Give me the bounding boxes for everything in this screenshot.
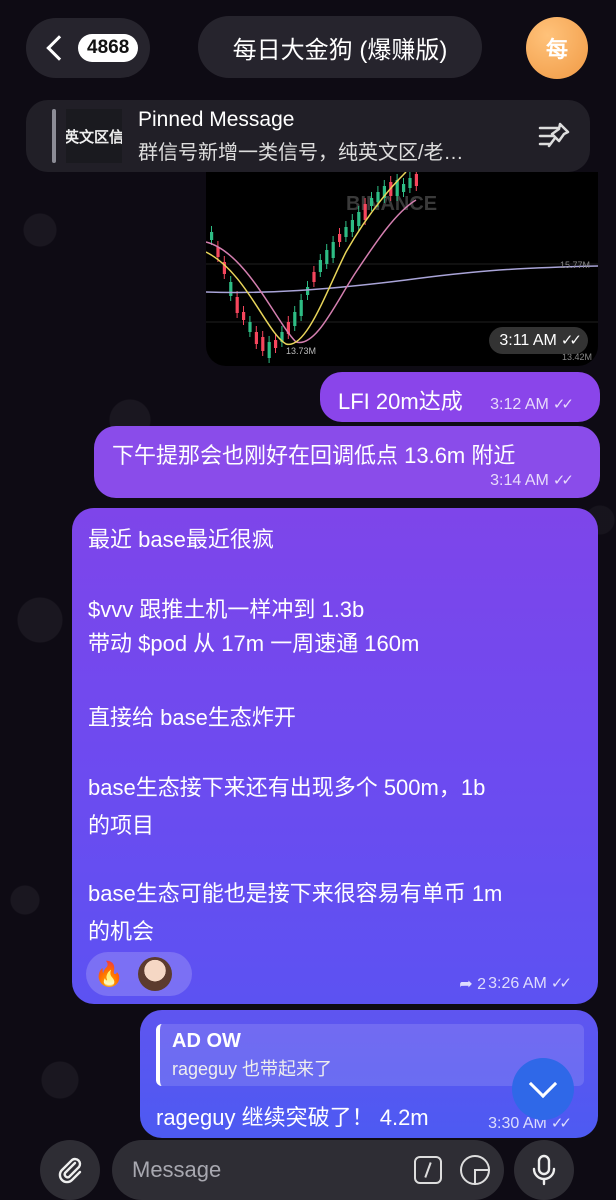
paperclip-icon: [58, 1157, 82, 1184]
candle-body: [248, 322, 252, 332]
message-line: 的机会: [88, 919, 155, 944]
read-ticks-icon: ✓✓: [552, 396, 574, 413]
message-time: 3:12 AM ✓✓: [490, 396, 574, 413]
candle-body: [402, 184, 406, 192]
pinned-title: Pinned Message: [138, 107, 295, 131]
pinned-indicator: [52, 109, 56, 163]
candle-body: [274, 340, 278, 348]
candle-body: [312, 272, 316, 282]
back-button[interactable]: 4868: [26, 18, 150, 78]
attach-button[interactable]: [40, 1140, 100, 1200]
pin-icon[interactable]: [532, 114, 576, 158]
read-ticks-icon: ✓✓: [560, 332, 582, 349]
read-ticks-icon: ✓✓: [550, 975, 572, 992]
message-text: LFI 20m达成: [338, 389, 463, 414]
message-text: 下午提那会也刚好在回调低点 13.6m 附近: [112, 443, 516, 468]
sticker-icon[interactable]: [460, 1155, 490, 1185]
message-time: 3:26 AM ✓✓: [488, 975, 572, 992]
voice-record-button[interactable]: [514, 1140, 574, 1200]
candle-body: [216, 247, 220, 257]
candle-body: [299, 300, 303, 316]
chart-image-message[interactable]: BINANCE 15.77M 13.73M 13.42M 3:11 AM ✓✓: [206, 172, 598, 366]
reply-icon: ➦: [459, 976, 473, 993]
microphone-icon: [532, 1154, 556, 1186]
candle-body: [408, 178, 412, 188]
candle-body: [261, 337, 265, 351]
message-text: rageguy 继续突破了！ 4.2m: [156, 1105, 429, 1130]
candle-body: [363, 204, 367, 220]
candle-body: [229, 282, 233, 296]
reactor-avatar: [137, 957, 172, 991]
message-bubble[interactable]: LFI 20m达成 3:12 AM ✓✓: [320, 372, 600, 422]
candle-body: [414, 174, 418, 186]
message-bubble[interactable]: 下午提那会也刚好在回调低点 13.6m 附近 3:14 AM ✓✓: [94, 426, 600, 498]
candle-body: [210, 232, 214, 240]
candle-body: [293, 312, 297, 326]
candle-body: [331, 242, 335, 258]
reaction-chip[interactable]: 🔥: [86, 952, 192, 996]
pinned-thumbnail: 英文区信: [66, 109, 122, 163]
candle-body: [344, 227, 348, 237]
scroll-to-bottom-button[interactable]: [512, 1058, 574, 1120]
chevron-left-icon: [46, 35, 72, 61]
chat-avatar[interactable]: 每: [526, 17, 588, 79]
candle-body: [254, 332, 258, 344]
message-line: 的项目: [88, 813, 155, 838]
message-input[interactable]: Message: [112, 1140, 504, 1200]
candle-body: [357, 212, 361, 226]
message-time: 3:11 AM ✓✓: [489, 327, 588, 354]
unread-count-badge: 4868: [78, 34, 139, 62]
quote-author: AD OW: [172, 1030, 241, 1052]
candle-body: [370, 198, 374, 206]
quote-text: rageguy 也带起来了: [172, 1059, 333, 1079]
candle-body: [306, 287, 310, 295]
read-ticks-icon: ✓✓: [552, 472, 574, 489]
pinned-text: Pinned Message 群信号新增一类信号，纯英文区/老…: [138, 108, 532, 165]
message-line: base生态可能也是接下来很容易有单币 1m: [88, 881, 503, 906]
candle-body: [325, 250, 329, 264]
candle-body: [235, 297, 239, 313]
message-bubble[interactable]: 最近 base最近很疯 $vvv 跟推土机一样冲到 1.3b 带动 $pod 从…: [72, 508, 598, 1004]
message-line: 带动 $pod 从 17m 一周速通 160m: [88, 631, 420, 656]
chevron-down-icon: [528, 1069, 558, 1099]
candle-body: [376, 192, 380, 202]
chat-header: 4868 每日大金狗 (爆赚版) 每: [0, 0, 616, 96]
candle-body: [338, 234, 342, 242]
chart-watermark: BINANCE: [346, 193, 437, 215]
candle-body: [318, 260, 322, 272]
chat-title[interactable]: 每日大金狗 (爆赚版): [198, 16, 482, 78]
reply-count[interactable]: ➦ 2: [459, 974, 486, 994]
pinned-message-bar[interactable]: 英文区信 Pinned Message 群信号新增一类信号，纯英文区/老…: [26, 100, 590, 172]
message-input-bar: Message: [0, 1140, 616, 1200]
message-time: 3:14 AM ✓✓: [490, 472, 574, 489]
price-label-low: 13.73M: [286, 346, 316, 356]
message-line: 最近 base最近很疯: [88, 527, 274, 552]
message-placeholder: Message: [132, 1157, 222, 1182]
candle-body: [350, 220, 354, 232]
command-icon[interactable]: [414, 1156, 442, 1184]
candle-body: [267, 342, 271, 358]
price-label-high: 15.77M: [560, 260, 590, 270]
message-line: $vvv 跟推土机一样冲到 1.3b: [88, 597, 365, 622]
message-line: 直接给 base生态炸开: [88, 705, 296, 730]
message-line: base生态接下来还有出现多个 500m，1b: [88, 775, 486, 800]
fire-icon: 🔥: [94, 960, 124, 988]
candle-body: [242, 312, 246, 320]
pinned-preview: 群信号新增一类信号，纯英文区/老…: [138, 141, 464, 164]
